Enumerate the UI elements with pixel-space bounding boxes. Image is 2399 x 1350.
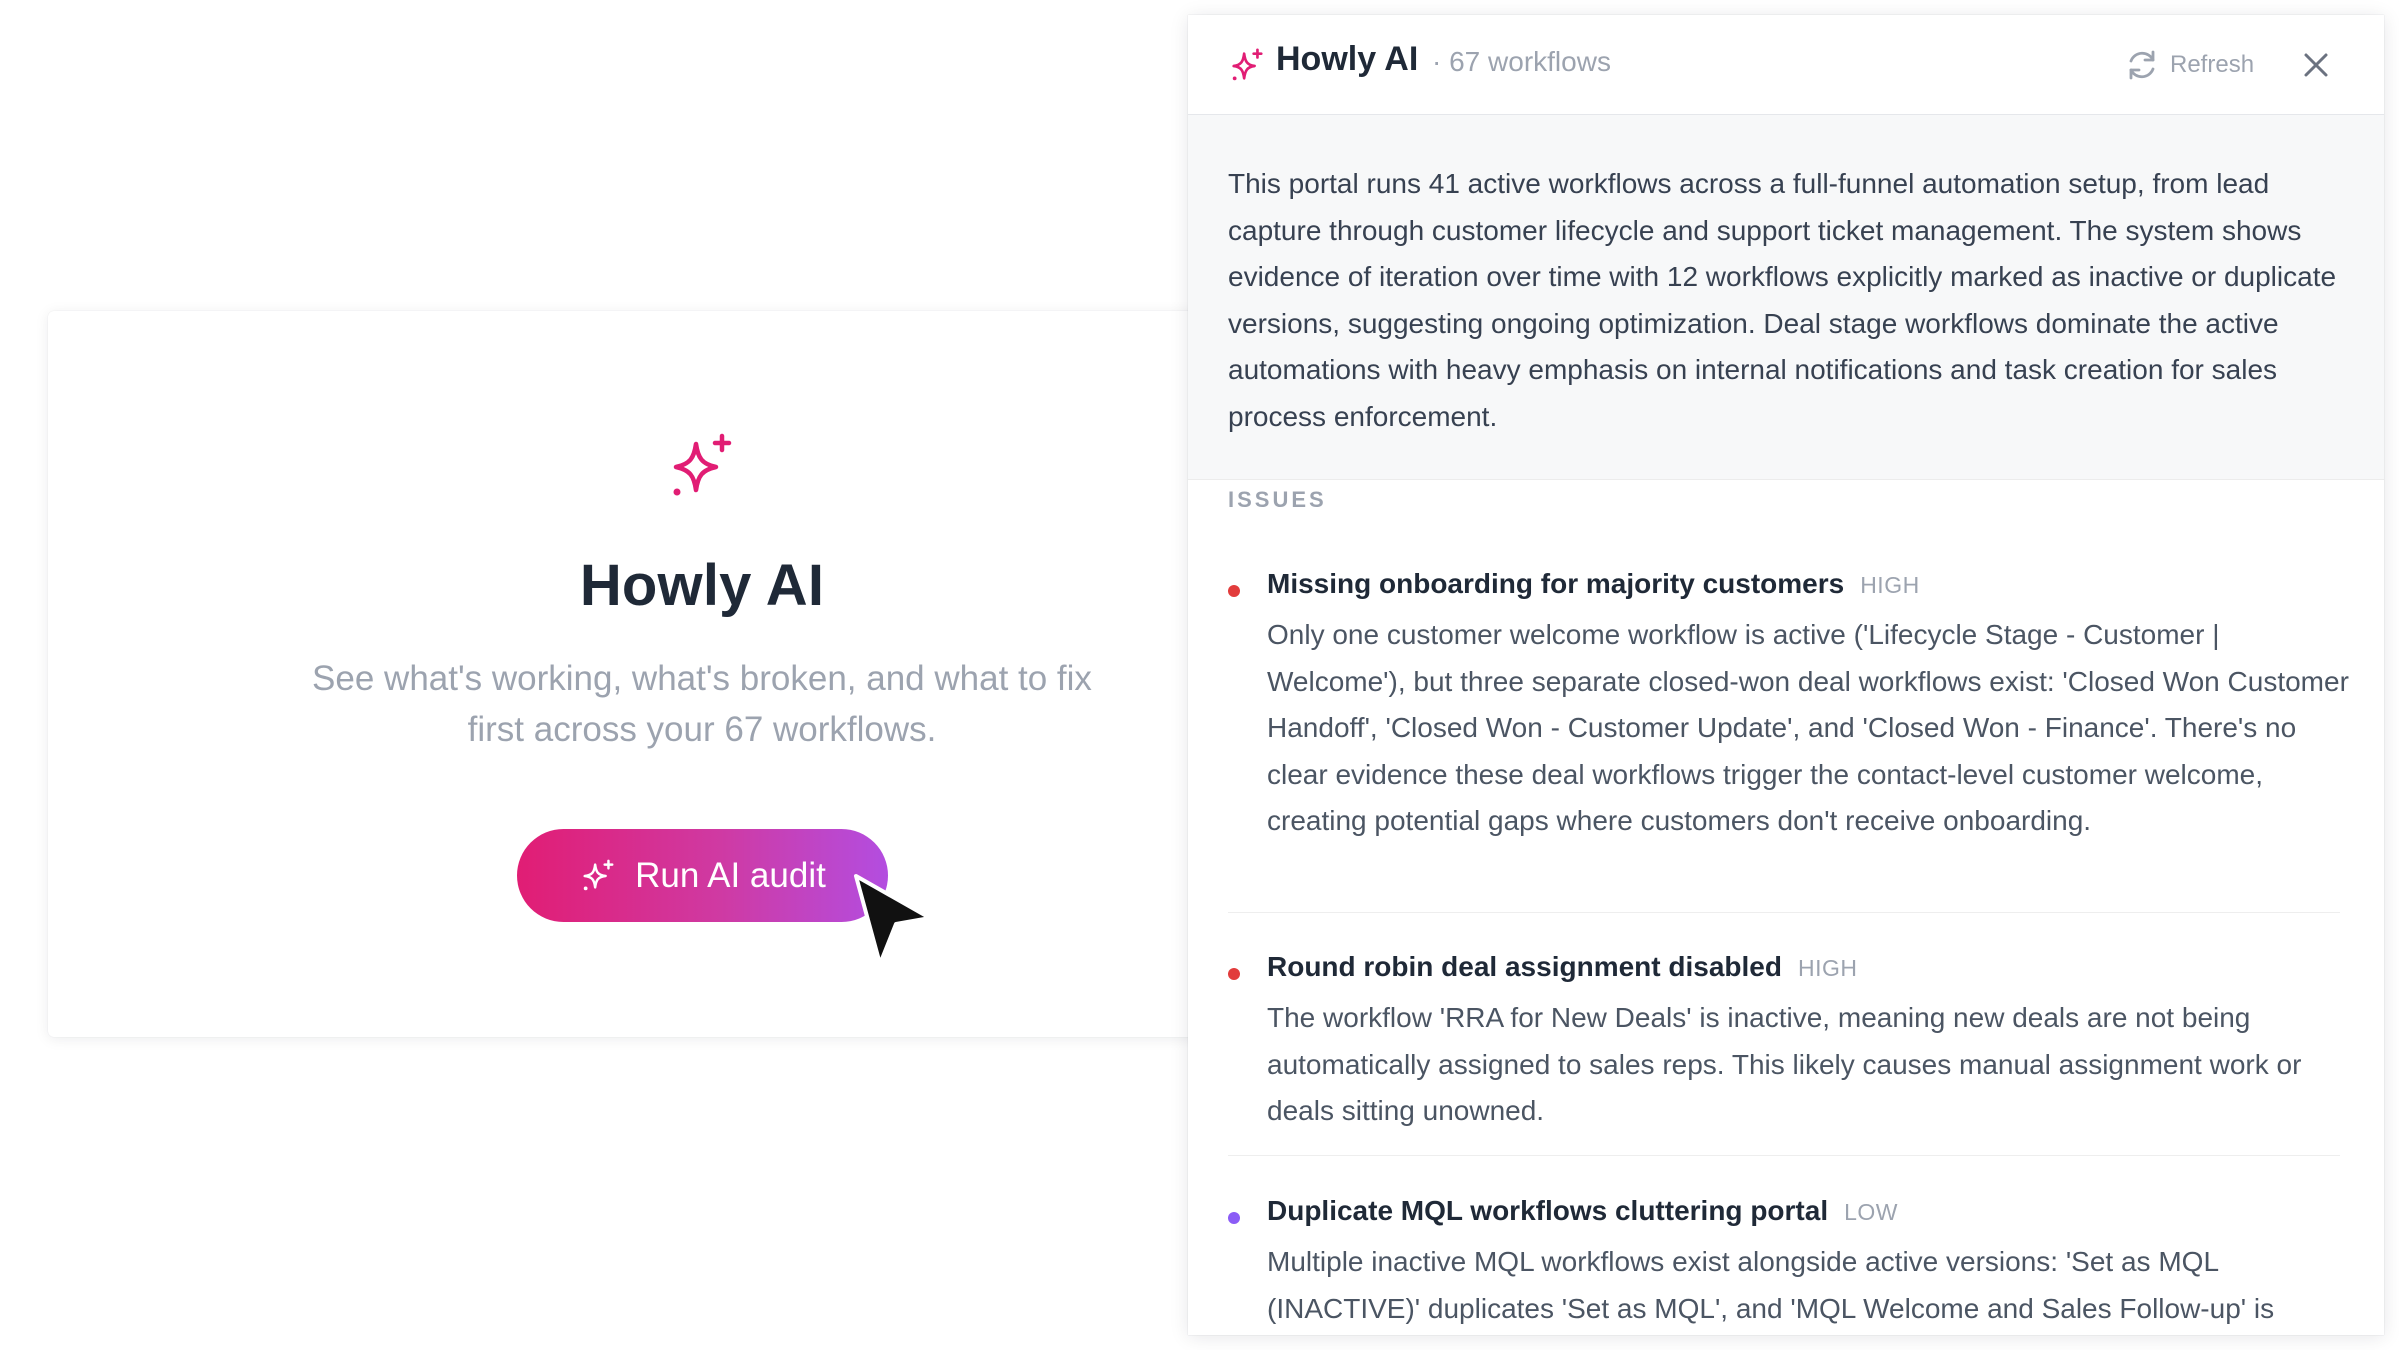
workflow-count: · 67 workflows xyxy=(1432,46,1611,77)
issue-title: Round robin deal assignment disabled xyxy=(1267,951,1782,982)
issue-description: Multiple inactive MQL workflows exist al… xyxy=(1267,1246,2275,1324)
sparkle-icon xyxy=(583,859,614,890)
issue-severity: LOW xyxy=(1844,1199,1898,1225)
issue-item[interactable]: Duplicate MQL workflows cluttering porta… xyxy=(1228,1195,2348,1335)
run-ai-audit-label: Run AI audit xyxy=(635,855,826,895)
issue-title: Duplicate MQL workflows cluttering porta… xyxy=(1267,1195,1829,1226)
run-ai-audit-button[interactable]: Run AI audit xyxy=(517,829,888,922)
intro-subtitle: See what's working, what's broken, and w… xyxy=(312,659,1092,749)
severity-dot xyxy=(1228,585,1240,597)
issue-item[interactable]: Missing onboarding for majority customer… xyxy=(1228,568,2349,908)
divider xyxy=(1228,1155,2340,1156)
mouse-cursor-icon xyxy=(854,874,932,966)
issue-severity: HIGH xyxy=(1860,572,1920,598)
sparkle-icon xyxy=(673,433,732,496)
divider xyxy=(1228,912,2340,913)
issue-title: Missing onboarding for majority customer… xyxy=(1267,568,1845,599)
issues-heading: ISSUES xyxy=(1228,487,1327,512)
refresh-label: Refresh xyxy=(2170,51,2255,78)
sparkle-icon xyxy=(1232,48,1263,81)
refresh-button[interactable]: Refresh xyxy=(2124,39,2274,91)
severity-dot xyxy=(1228,1212,1240,1224)
panel-title: Howly AI xyxy=(1276,40,1419,78)
issue-description: The workflow 'RRA for New Deals' is inac… xyxy=(1267,1002,2302,1126)
panel-header: Howly AI · 67 workflows Refresh xyxy=(1188,15,2384,115)
close-icon[interactable] xyxy=(2296,45,2336,85)
audit-summary: This portal runs 41 active workflows acr… xyxy=(1188,115,2384,480)
issue-item[interactable]: Round robin deal assignment disabled HIGH… xyxy=(1228,951,2348,1141)
ai-audit-panel: Howly AI · 67 workflows Refresh This por… xyxy=(1188,15,2384,1335)
issue-description: Only one customer welcome workflow is ac… xyxy=(1267,619,2349,836)
refresh-icon xyxy=(2129,50,2155,80)
severity-dot xyxy=(1228,968,1240,980)
issue-severity: HIGH xyxy=(1797,955,1858,981)
summary-text: This portal runs 41 active workflows acr… xyxy=(1228,168,2337,432)
